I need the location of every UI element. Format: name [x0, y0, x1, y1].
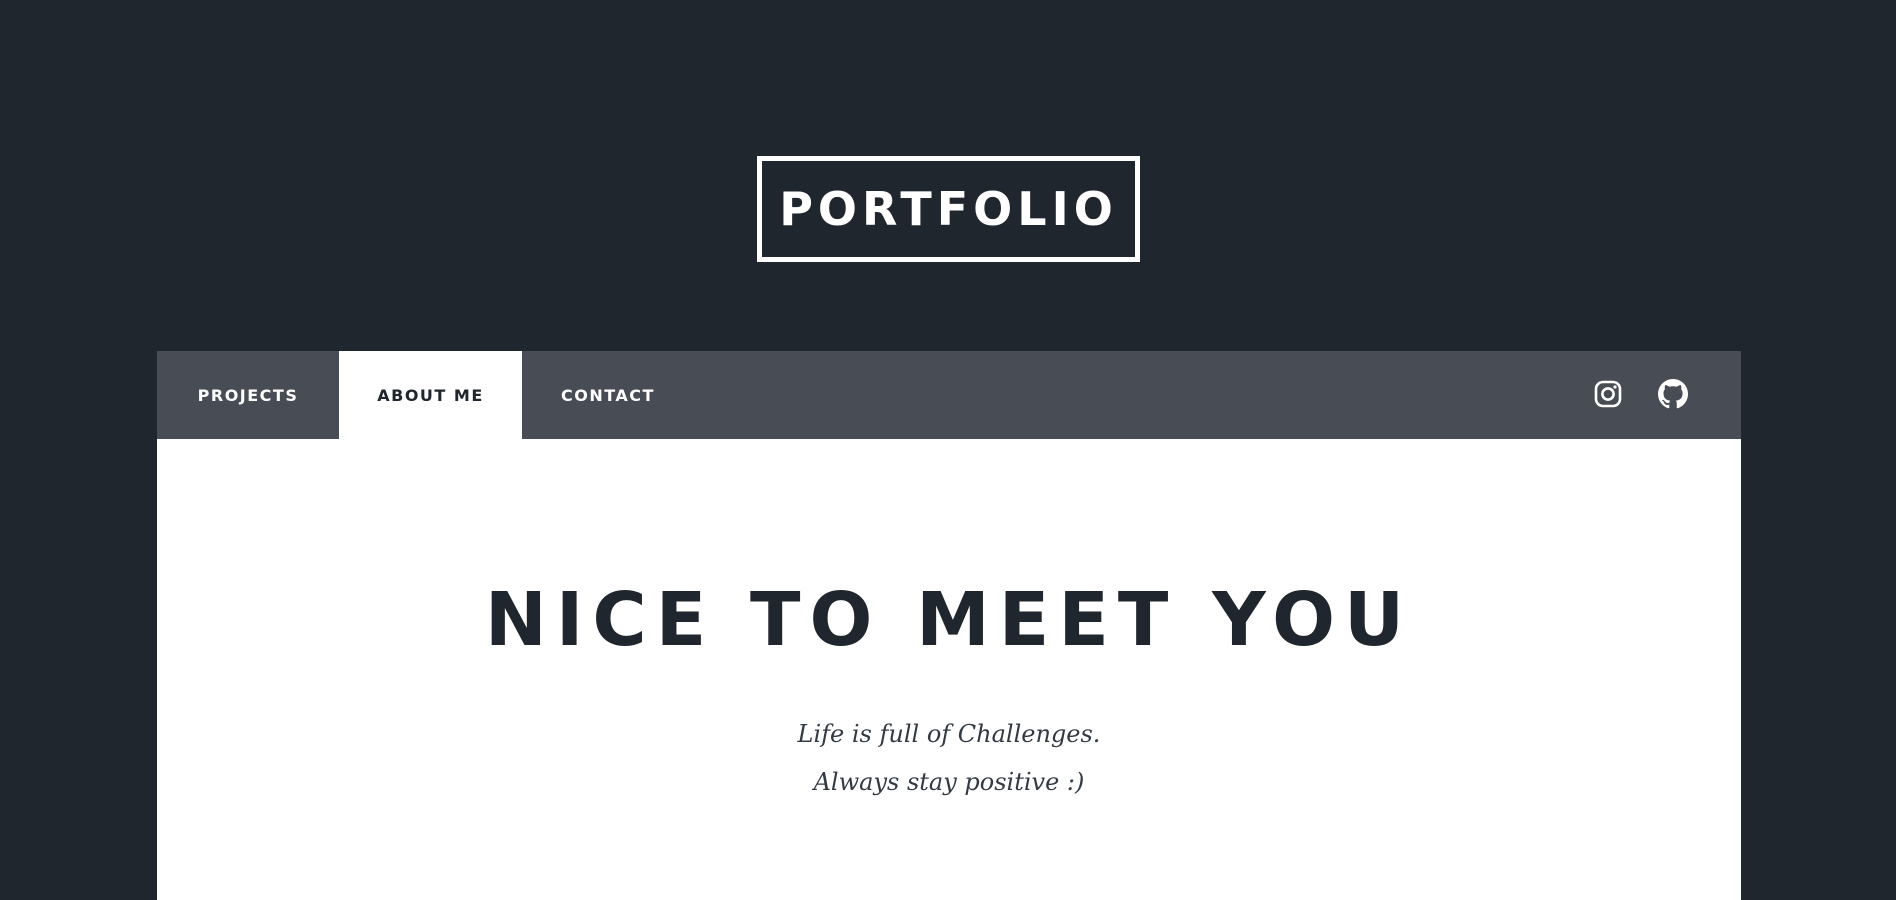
github-icon[interactable] [1658, 379, 1688, 409]
nav-item-label: CONTACT [561, 385, 655, 405]
site-logo[interactable]: PORTFOLIO [757, 156, 1140, 262]
tagline-line-2: Always stay positive :) [813, 768, 1085, 796]
main-navbar: PROJECTS ABOUT ME CONTACT [157, 351, 1741, 439]
tagline-line-1: Life is full of Challenges. [797, 720, 1101, 748]
nav-item-about-me[interactable]: ABOUT ME [339, 351, 522, 439]
instagram-icon[interactable] [1593, 379, 1623, 409]
nav-item-label: PROJECTS [197, 385, 299, 405]
logo-text: PORTFOLIO [779, 182, 1118, 236]
nav-item-projects[interactable]: PROJECTS [157, 351, 339, 439]
nav-item-contact[interactable]: CONTACT [522, 351, 694, 439]
nav-item-label: ABOUT ME [377, 385, 484, 405]
about-section: NICE TO MEET YOU Life is full of Challen… [157, 439, 1741, 900]
page-headline: NICE TO MEET YOU [484, 577, 1414, 663]
